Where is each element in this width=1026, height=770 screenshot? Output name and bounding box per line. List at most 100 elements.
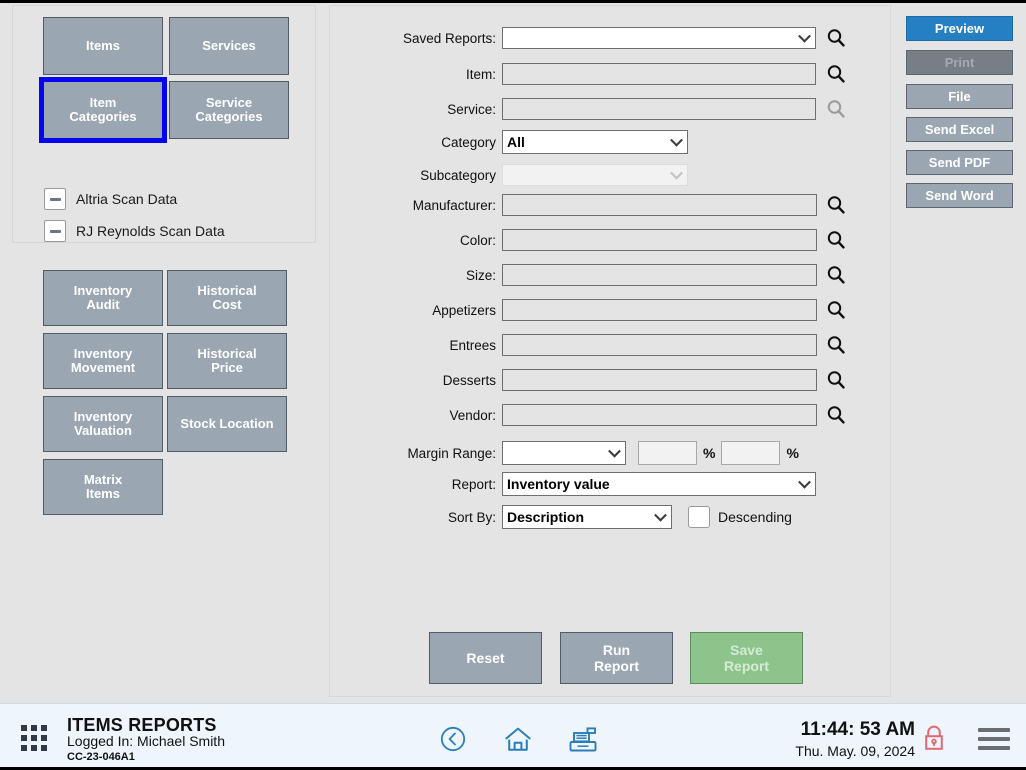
- clock-date: Thu. May. 09, 2024: [795, 743, 915, 759]
- label-manufacturer: Manufacturer:: [412, 197, 496, 213]
- apps-grid-icon[interactable]: [21, 725, 47, 751]
- label-margin-range: Margin Range:: [407, 445, 496, 461]
- cash-register-icon[interactable]: [568, 725, 598, 759]
- field-row-vendor: Vendor:: [330, 404, 890, 426]
- entrees-input[interactable]: [502, 334, 817, 356]
- app-window: Items Services Item Categories Service Cat…: [0, 0, 1026, 770]
- descending-checkbox[interactable]: [688, 506, 710, 528]
- search-icon-size[interactable]: [825, 264, 847, 286]
- minus-icon[interactable]: [44, 220, 66, 242]
- vendor-input[interactable]: [502, 404, 817, 426]
- search-icon-color[interactable]: [825, 229, 847, 251]
- appetizers-input[interactable]: [502, 299, 817, 321]
- label-service: Service:: [447, 101, 496, 117]
- field-row-report: Report: Inventory value: [330, 472, 890, 496]
- scan-data-label-altria: Altria Scan Data: [76, 191, 178, 207]
- reset-button-label: Reset: [466, 650, 505, 666]
- button-inventory-audit[interactable]: Inventory Audit: [43, 270, 163, 326]
- button-item-categories[interactable]: Item Categories: [40, 78, 166, 142]
- margin-range-operator-select[interactable]: [502, 441, 626, 465]
- label-category: Category: [441, 134, 496, 150]
- search-icon-manufacturer[interactable]: [825, 194, 847, 216]
- logged-in-user: Logged In: Michael Smith: [67, 733, 225, 749]
- report-select[interactable]: Inventory value: [502, 472, 816, 496]
- margin-range-from-input[interactable]: [638, 441, 697, 465]
- hamburger-menu-icon[interactable]: [978, 728, 1010, 755]
- home-icon[interactable]: [504, 726, 532, 758]
- terminal-code: CC-23-046A1: [67, 751, 135, 763]
- item-input[interactable]: [502, 63, 816, 85]
- clock-time: 11:44: 53 AM: [800, 719, 915, 740]
- back-circle-icon[interactable]: [440, 726, 466, 757]
- search-icon-item[interactable]: [825, 63, 847, 85]
- send-pdf-button[interactable]: Send PDF: [906, 150, 1013, 175]
- subcategory-select[interactable]: [502, 164, 688, 186]
- preview-button-label: Preview: [934, 21, 985, 36]
- send-excel-button[interactable]: Send Excel: [906, 117, 1013, 142]
- search-icon-service[interactable]: [825, 98, 847, 120]
- label-saved-reports: Saved Reports:: [402, 30, 496, 46]
- run-report-button-label: Run Report: [593, 642, 640, 674]
- saved-reports-select[interactable]: [502, 27, 816, 49]
- send-word-button[interactable]: Send Word: [906, 183, 1013, 208]
- sort-by-select[interactable]: Description: [502, 505, 672, 529]
- chevron-down-icon: [798, 475, 811, 489]
- run-report-button[interactable]: Run Report: [560, 632, 673, 684]
- file-button[interactable]: File: [906, 84, 1013, 109]
- button-inventory-valuation[interactable]: Inventory Valuation: [43, 396, 163, 452]
- chevron-down-icon: [670, 166, 683, 180]
- button-historical-cost-label: Historical Cost: [197, 283, 257, 312]
- search-icon-desserts[interactable]: [825, 369, 847, 391]
- size-input[interactable]: [502, 264, 817, 286]
- field-row-margin-range: Margin Range: % %: [330, 441, 890, 465]
- button-services-label: Services: [202, 38, 256, 53]
- label-size: Size:: [465, 267, 496, 283]
- chevron-down-icon: [654, 508, 667, 522]
- button-items[interactable]: Items: [43, 17, 163, 75]
- button-services[interactable]: Services: [169, 17, 289, 75]
- lock-icon[interactable]: [921, 724, 947, 759]
- label-vendor: Vendor:: [449, 407, 496, 423]
- output-actions-panel: Preview Print File Send Excel Send PDF S…: [892, 5, 1026, 697]
- label-sort-by: Sort By:: [447, 509, 496, 525]
- button-stock-location-label: Stock Location: [180, 416, 274, 431]
- minus-icon[interactable]: [44, 188, 66, 210]
- reset-button[interactable]: Reset: [429, 632, 542, 684]
- scan-data-row-rj-reynolds[interactable]: RJ Reynolds Scan Data: [44, 220, 225, 242]
- color-input[interactable]: [502, 229, 817, 251]
- preview-button[interactable]: Preview: [906, 16, 1013, 41]
- button-matrix-items-label: Matrix Items: [83, 472, 123, 501]
- chevron-down-icon: [670, 133, 683, 147]
- button-historical-cost[interactable]: Historical Cost: [167, 270, 287, 326]
- button-inventory-movement-label: Inventory Movement: [70, 346, 136, 375]
- desserts-input[interactable]: [502, 369, 817, 391]
- save-report-button[interactable]: Save Report: [690, 632, 803, 684]
- label-desserts: Desserts: [442, 372, 496, 388]
- button-stock-location[interactable]: Stock Location: [167, 396, 287, 452]
- button-historical-price[interactable]: Historical Price: [167, 333, 287, 389]
- label-report: Report:: [451, 476, 496, 492]
- label-color: Color:: [459, 232, 496, 248]
- button-item-categories-label: Item Categories: [69, 95, 137, 124]
- label-appetizers: Appetizers: [432, 302, 496, 318]
- button-inventory-audit-label: Inventory Audit: [73, 283, 133, 312]
- scan-data-label-rj-reynolds: RJ Reynolds Scan Data: [76, 223, 225, 239]
- button-service-categories[interactable]: Service Categories: [169, 81, 289, 139]
- search-icon-saved-reports[interactable]: [825, 27, 847, 49]
- search-icon-appetizers[interactable]: [825, 299, 847, 321]
- margin-range-to-input[interactable]: [721, 441, 781, 465]
- manufacturer-input[interactable]: [502, 194, 817, 216]
- service-input[interactable]: [502, 98, 816, 120]
- category-value: All: [507, 134, 525, 150]
- send-pdf-button-label: Send PDF: [928, 155, 991, 170]
- label-subcategory: Subcategory: [420, 167, 496, 183]
- field-row-desserts: Desserts: [330, 369, 890, 391]
- button-matrix-items[interactable]: Matrix Items: [43, 459, 163, 515]
- search-icon-vendor[interactable]: [825, 404, 847, 426]
- search-icon-entrees[interactable]: [825, 334, 847, 356]
- category-select[interactable]: All: [502, 130, 688, 154]
- margin-range-unit-1: %: [703, 445, 716, 461]
- button-inventory-movement[interactable]: Inventory Movement: [43, 333, 163, 389]
- scan-data-row-altria[interactable]: Altria Scan Data: [44, 188, 177, 210]
- field-row-appetizers: Appetizers: [330, 299, 890, 321]
